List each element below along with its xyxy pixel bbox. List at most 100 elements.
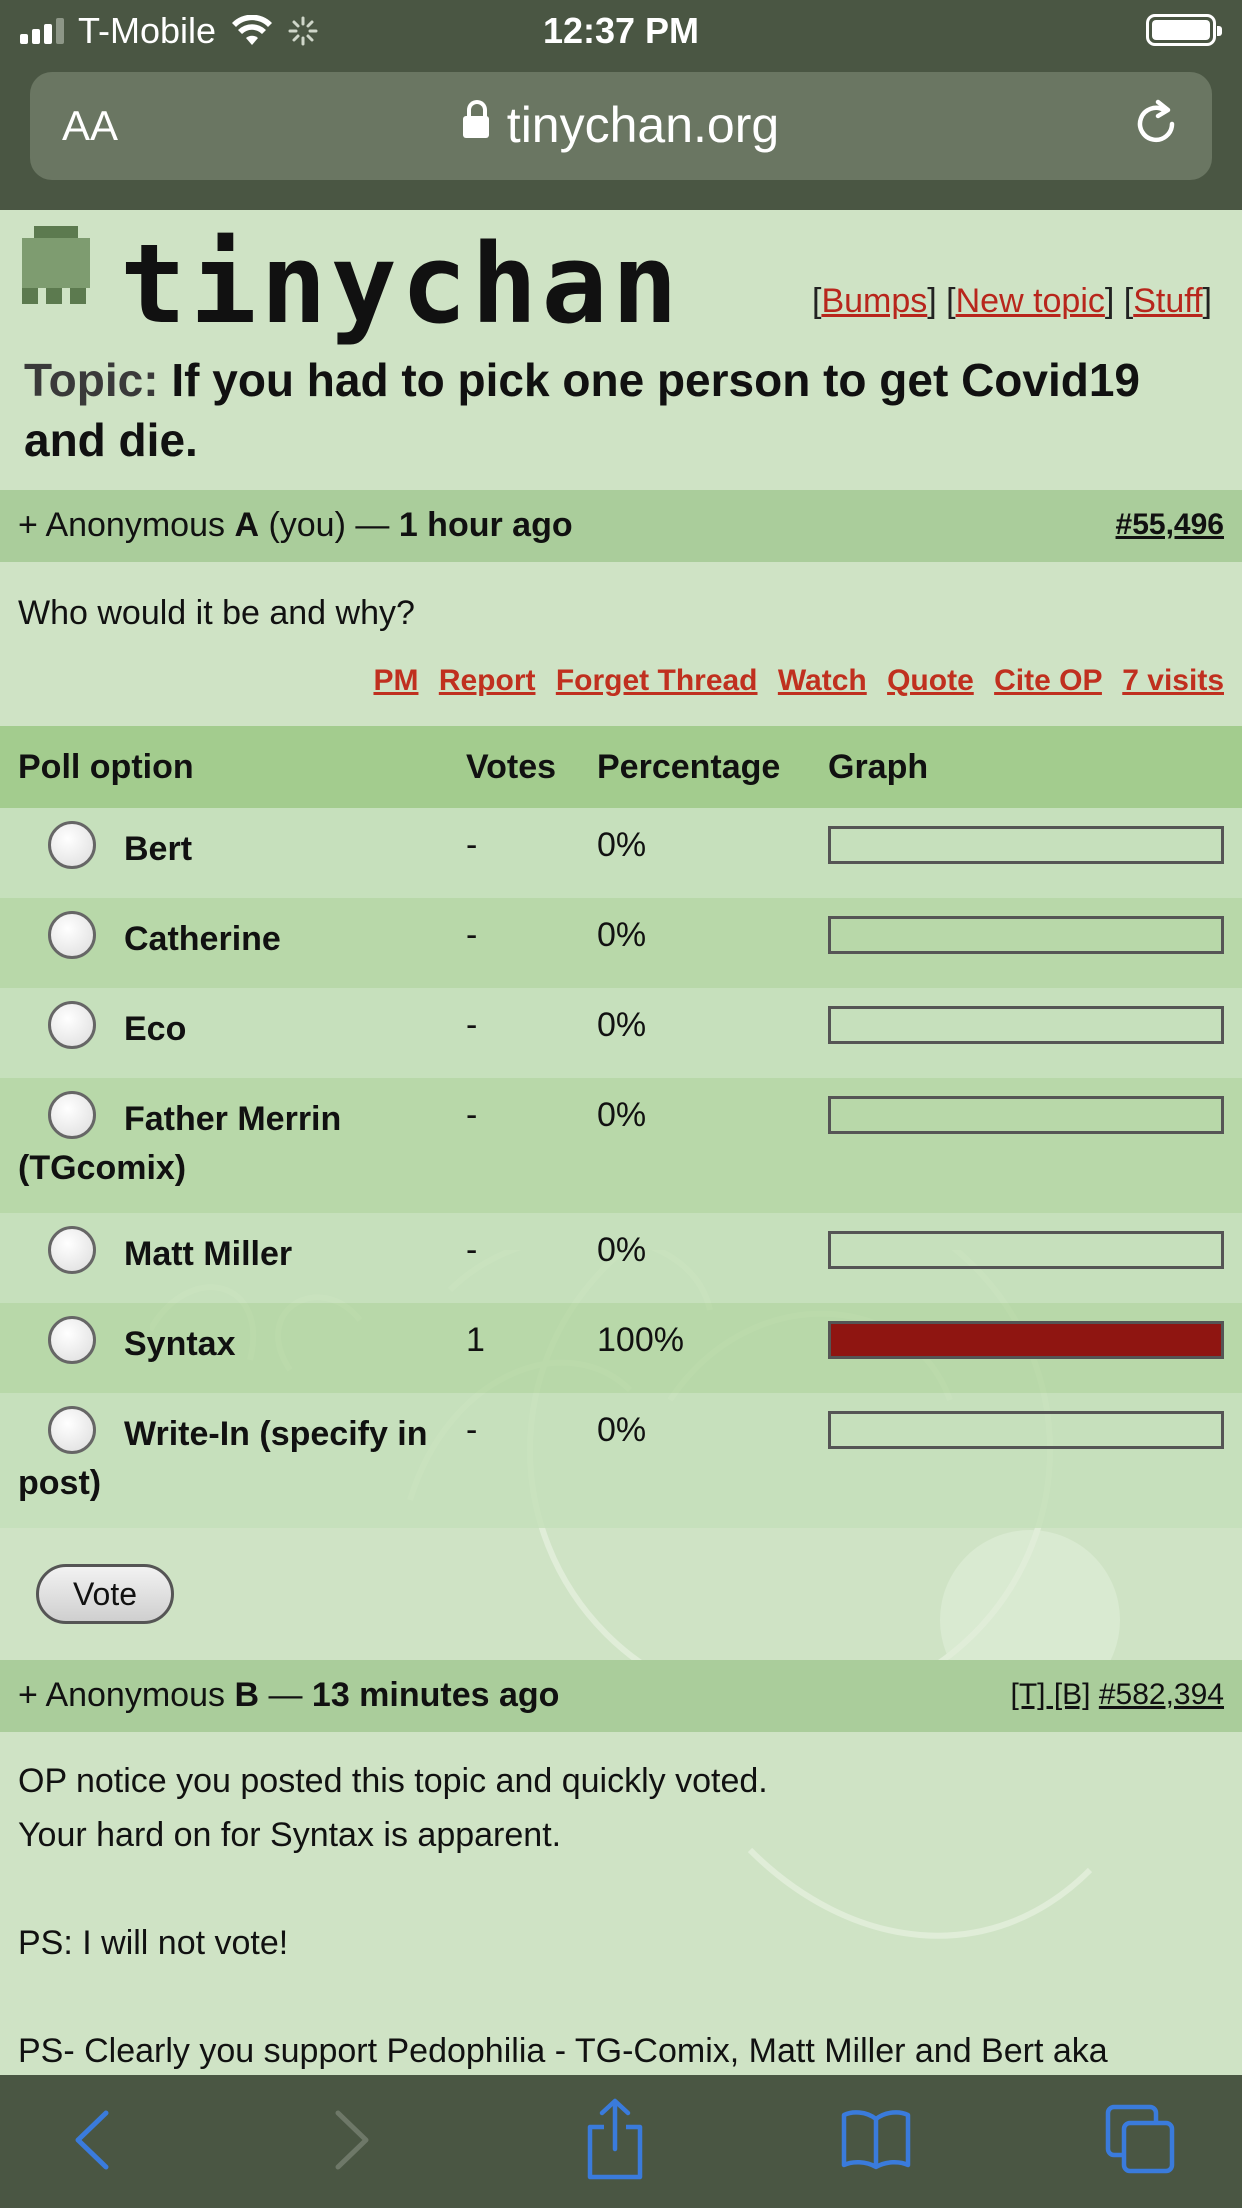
reply-line: Your hard on for Syntax is apparent. <box>18 1816 562 1854</box>
share-icon[interactable] <box>584 2097 646 2181</box>
poll-row: Eco - 0% <box>0 988 1242 1078</box>
author-name: Anonymous <box>45 506 225 544</box>
web-page: tinychan [Bumps] [New topic] [Stuff] Top… <box>0 210 1242 2075</box>
poll-votes: - <box>448 1393 579 1528</box>
poll-graph <box>810 898 1242 988</box>
poll-option-label: Catherine <box>124 920 281 958</box>
poll-row: Write-In (specify in post) - 0% <box>0 1393 1242 1528</box>
poll-votes: - <box>448 808 579 898</box>
percentage-header: Percentage <box>579 726 810 808</box>
poll-option-label: Matt Miller <box>124 1235 293 1273</box>
forward-icon[interactable] <box>330 2105 374 2175</box>
post-body: Who would it be and why? <box>0 562 1242 664</box>
expand-toggle[interactable]: + <box>18 506 38 544</box>
poll-radio[interactable] <box>48 1316 96 1365</box>
site-logo-text[interactable]: tinychan <box>120 220 682 348</box>
cite-op-link[interactable]: Cite OP <box>994 664 1102 697</box>
poll-option: Syntax <box>0 1303 448 1393</box>
reply-flags[interactable]: [T] [B] <box>1011 1678 1091 1711</box>
topic-heading: Topic: If you had to pick one person to … <box>24 350 1214 470</box>
poll-option: Catherine <box>0 898 448 988</box>
author-letter: A <box>234 506 259 544</box>
author-suffix: (you) — <box>268 506 390 544</box>
poll-option-label: Eco <box>124 1010 187 1048</box>
url-display[interactable]: tinychan.org <box>30 96 1212 154</box>
poll-graph <box>810 1078 1242 1213</box>
poll-row: Catherine - 0% <box>0 898 1242 988</box>
vote-row: Vote <box>0 1528 1242 1660</box>
poll-percentage: 0% <box>579 1213 810 1303</box>
visits-link[interactable]: 7 visits <box>1122 664 1224 697</box>
poll-graph <box>810 988 1242 1078</box>
address-bar[interactable]: AA tinychan.org <box>30 72 1212 180</box>
poll-percentage: 0% <box>579 1393 810 1528</box>
watch-link[interactable]: Watch <box>778 664 867 697</box>
browser-toolbar <box>0 2075 1242 2208</box>
reply-line <box>18 1970 1224 2024</box>
post-text: Who would it be and why? <box>18 594 415 632</box>
poll-votes: - <box>448 898 579 988</box>
reply-meta: [T] [B] #582,394 <box>1011 1678 1225 1712</box>
poll-votes: - <box>448 1213 579 1303</box>
tinychan-logo-icon <box>22 226 90 304</box>
reload-icon[interactable] <box>1128 96 1184 152</box>
poll-percentage: 0% <box>579 988 810 1078</box>
poll-row: Matt Miller - 0% <box>0 1213 1242 1303</box>
expand-toggle[interactable]: + <box>18 1676 38 1714</box>
tabs-icon[interactable] <box>1104 2103 1176 2175</box>
quote-link[interactable]: Quote <box>887 664 974 697</box>
poll-radio[interactable] <box>48 1406 96 1455</box>
poll-radio[interactable] <box>48 1001 96 1050</box>
post-header: + Anonymous A (you) — 1 hour ago #55,496 <box>0 490 1242 562</box>
clock: 12:37 PM <box>542 10 700 51</box>
poll-graph <box>810 1213 1242 1303</box>
new-topic-link[interactable]: New topic <box>956 282 1105 320</box>
poll-graph <box>810 808 1242 898</box>
domain-label: tinychan.org <box>506 97 780 153</box>
bumps-link[interactable]: Bumps <box>821 282 927 320</box>
graph-header: Graph <box>810 726 1242 808</box>
poll-graph <box>810 1303 1242 1393</box>
back-icon[interactable] <box>70 2105 114 2175</box>
poll-table: Poll option Votes Percentage Graph Bert … <box>0 726 1242 1528</box>
poll-percentage: 100% <box>579 1303 810 1393</box>
poll-option: Father Merrin (TGcomix) <box>0 1078 448 1213</box>
post-time: 13 minutes ago <box>311 1676 560 1714</box>
reply-line: OP notice you posted this topic and quic… <box>18 1762 768 1800</box>
poll-option: Matt Miller <box>0 1213 448 1303</box>
browser-top-chrome: T-Mobile 12:37 PM AA tinychan.org <box>0 0 1242 210</box>
post-actions: PM Report Forget Thread Watch Quote Cite… <box>0 664 1242 726</box>
votes-header: Votes <box>448 726 579 808</box>
stuff-link[interactable]: Stuff <box>1133 282 1202 320</box>
bookmarks-icon[interactable] <box>840 2107 912 2171</box>
top-nav: [Bumps] [New topic] [Stuff] <box>811 282 1212 320</box>
forget-thread-link[interactable]: Forget Thread <box>556 664 758 697</box>
poll-bar-fill <box>831 1324 1221 1356</box>
report-link[interactable]: Report <box>439 664 536 697</box>
poll-bar <box>828 1231 1224 1269</box>
poll-radio[interactable] <box>48 1091 96 1140</box>
poll-row: Father Merrin (TGcomix) - 0% <box>0 1078 1242 1213</box>
poll-bar <box>828 1096 1224 1134</box>
poll-option-label: Bert <box>124 830 193 868</box>
poll-radio[interactable] <box>48 911 96 960</box>
poll-row: Bert - 0% <box>0 808 1242 898</box>
topic-label: Topic: <box>24 354 159 406</box>
poll-radio[interactable] <box>48 821 96 870</box>
battery-icon <box>1146 14 1222 46</box>
poll-bar <box>828 1006 1224 1044</box>
poll-row: Syntax 1 100% <box>0 1303 1242 1393</box>
poll-votes: 1 <box>448 1303 579 1393</box>
pm-link[interactable]: PM <box>373 664 418 697</box>
poll-radio[interactable] <box>48 1226 96 1275</box>
poll-option-label: Syntax <box>124 1325 236 1363</box>
topic-title: If you had to pick one person to get Cov… <box>24 354 1141 466</box>
reply-header: + Anonymous B — 13 minutes ago [T] [B] #… <box>0 1660 1242 1732</box>
lock-icon <box>462 100 489 138</box>
poll-votes: - <box>448 988 579 1078</box>
vote-button[interactable]: Vote <box>36 1564 174 1624</box>
reply-number-link[interactable]: #582,394 <box>1099 1678 1224 1711</box>
reply-line <box>18 1862 1224 1916</box>
post-number-link[interactable]: #55,496 <box>1116 508 1224 542</box>
poll-option: Bert <box>0 808 448 898</box>
